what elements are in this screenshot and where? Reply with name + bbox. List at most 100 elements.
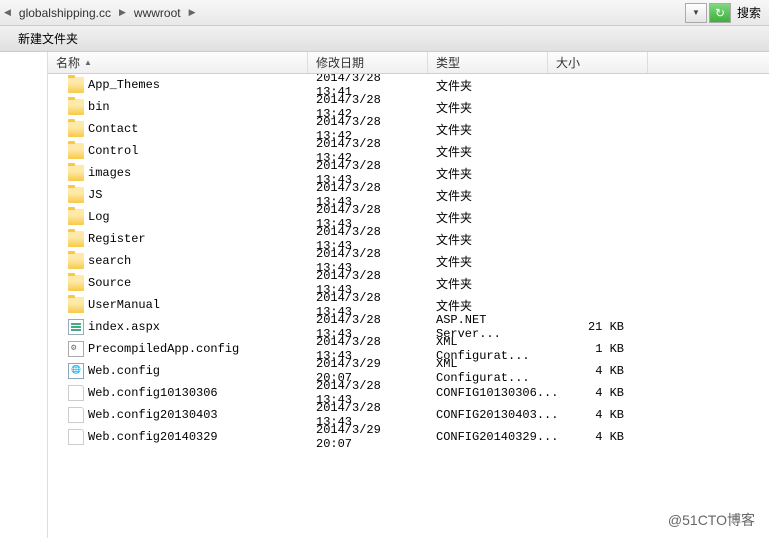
tree-root[interactable]	[0, 52, 47, 70]
navigation-pane[interactable]	[0, 52, 48, 538]
file-name-cell: Web.config20130403	[48, 407, 308, 423]
column-headers: 名称 ▲ 修改日期 类型 大小	[48, 52, 769, 74]
file-type-cell: 文件夹	[428, 165, 548, 182]
file-size-cell: 4 KB	[548, 386, 648, 400]
folder-icon	[68, 253, 84, 269]
content-area: 名称 ▲ 修改日期 类型 大小 App_Themes 2014/3/28 13:…	[0, 52, 769, 538]
file-name: Control	[88, 144, 138, 158]
file-name: bin	[88, 100, 110, 114]
file-type-cell: CONFIG20140329...	[428, 430, 548, 444]
file-name-cell: index.aspx	[48, 319, 308, 335]
search-label[interactable]: 搜索	[733, 4, 765, 21]
file-name-cell: App_Themes	[48, 77, 308, 93]
file-name: Log	[88, 210, 110, 224]
file-name: Web.config20140329	[88, 430, 218, 444]
file-name-cell: images	[48, 165, 308, 181]
file-name: Web.config	[88, 364, 160, 378]
new-folder-button[interactable]: 新建文件夹	[8, 28, 88, 49]
refresh-button[interactable]: ↻	[709, 3, 731, 23]
file-name-cell: Log	[48, 209, 308, 225]
folder-icon	[68, 121, 84, 137]
breadcrumb-item[interactable]: globalshipping.cc	[15, 4, 115, 22]
file-name: images	[88, 166, 131, 180]
file-list: 名称 ▲ 修改日期 类型 大小 App_Themes 2014/3/28 13:…	[48, 52, 769, 538]
file-icon	[68, 429, 84, 445]
file-size-cell: 4 KB	[548, 364, 648, 378]
chevron-right-icon: ▶	[189, 7, 196, 18]
file-name: search	[88, 254, 131, 268]
file-icon	[68, 407, 84, 423]
folder-icon	[68, 209, 84, 225]
command-toolbar: 新建文件夹	[0, 26, 769, 52]
chevron-left-icon: ◀	[4, 7, 11, 18]
folder-icon	[68, 143, 84, 159]
refresh-icon: ↻	[715, 6, 725, 20]
file-rows: App_Themes 2014/3/28 13:41 文件夹 bin 2014/…	[48, 74, 769, 538]
file-name-cell: UserManual	[48, 297, 308, 313]
file-name-cell: bin	[48, 99, 308, 115]
file-type-cell: 文件夹	[428, 77, 548, 94]
toolbar-right: ▼ ↻ 搜索	[685, 3, 765, 23]
file-name-cell: Source	[48, 275, 308, 291]
file-name-cell: Contact	[48, 121, 308, 137]
chevron-down-icon: ▼	[692, 8, 700, 17]
file-date-cell: 2014/3/29 20:07	[308, 423, 428, 451]
aspx-icon	[68, 319, 84, 335]
folder-icon	[68, 165, 84, 181]
file-type-cell: CONFIG20130403...	[428, 408, 548, 422]
file-name-cell: Web.config	[48, 363, 308, 379]
file-type-cell: 文件夹	[428, 275, 548, 292]
history-dropdown-button[interactable]: ▼	[685, 3, 707, 23]
column-header-size[interactable]: 大小	[548, 52, 648, 73]
file-name-cell: JS	[48, 187, 308, 203]
folder-icon	[68, 275, 84, 291]
file-name-cell: Web.config20140329	[48, 429, 308, 445]
file-name-cell: Control	[48, 143, 308, 159]
file-type-cell: 文件夹	[428, 297, 548, 314]
file-size-cell: 1 KB	[548, 342, 648, 356]
file-name: App_Themes	[88, 78, 160, 92]
file-type-cell: 文件夹	[428, 187, 548, 204]
file-name-cell: Web.config10130306	[48, 385, 308, 401]
file-row[interactable]: Web.config20140329 2014/3/29 20:07 CONFI…	[48, 426, 769, 448]
folder-icon	[68, 77, 84, 93]
folder-icon	[68, 297, 84, 313]
file-name-cell: Register	[48, 231, 308, 247]
file-size-cell: 21 KB	[548, 320, 648, 334]
breadcrumb-item[interactable]: wwwroot	[130, 4, 185, 22]
file-name: Web.config10130306	[88, 386, 218, 400]
file-type-cell: CONFIG10130306...	[428, 386, 548, 400]
config-icon	[68, 341, 84, 357]
file-name: PrecompiledApp.config	[88, 342, 239, 356]
file-type-cell: 文件夹	[428, 99, 548, 116]
column-header-type[interactable]: 类型	[428, 52, 548, 73]
file-name: Contact	[88, 122, 138, 136]
file-type-cell: 文件夹	[428, 121, 548, 138]
file-type-cell: 文件夹	[428, 143, 548, 160]
file-name: Register	[88, 232, 146, 246]
file-name-cell: PrecompiledApp.config	[48, 341, 308, 357]
folder-icon	[68, 187, 84, 203]
watermark: @51CTO博客	[668, 510, 755, 530]
chevron-right-icon: ▶	[119, 7, 126, 18]
file-type-cell: 文件夹	[428, 209, 548, 226]
folder-icon	[68, 99, 84, 115]
file-type-cell: XML Configurat...	[428, 357, 548, 385]
file-icon	[68, 385, 84, 401]
column-header-name[interactable]: 名称 ▲	[48, 52, 308, 73]
breadcrumb[interactable]: ◀ globalshipping.cc ▶ wwwroot ▶	[4, 4, 685, 22]
webconfig-icon	[68, 363, 84, 379]
folder-icon	[68, 231, 84, 247]
file-name: Web.config20130403	[88, 408, 218, 422]
file-name: JS	[88, 188, 102, 202]
sort-ascending-icon: ▲	[84, 58, 92, 67]
file-size-cell: 4 KB	[548, 408, 648, 422]
file-type-cell: 文件夹	[428, 253, 548, 270]
file-type-cell: 文件夹	[428, 231, 548, 248]
address-toolbar: ◀ globalshipping.cc ▶ wwwroot ▶ ▼ ↻ 搜索	[0, 0, 769, 26]
file-size-cell: 4 KB	[548, 430, 648, 444]
column-header-date[interactable]: 修改日期	[308, 52, 428, 73]
file-name: UserManual	[88, 298, 160, 312]
file-name-cell: search	[48, 253, 308, 269]
header-label: 名称	[56, 54, 80, 71]
